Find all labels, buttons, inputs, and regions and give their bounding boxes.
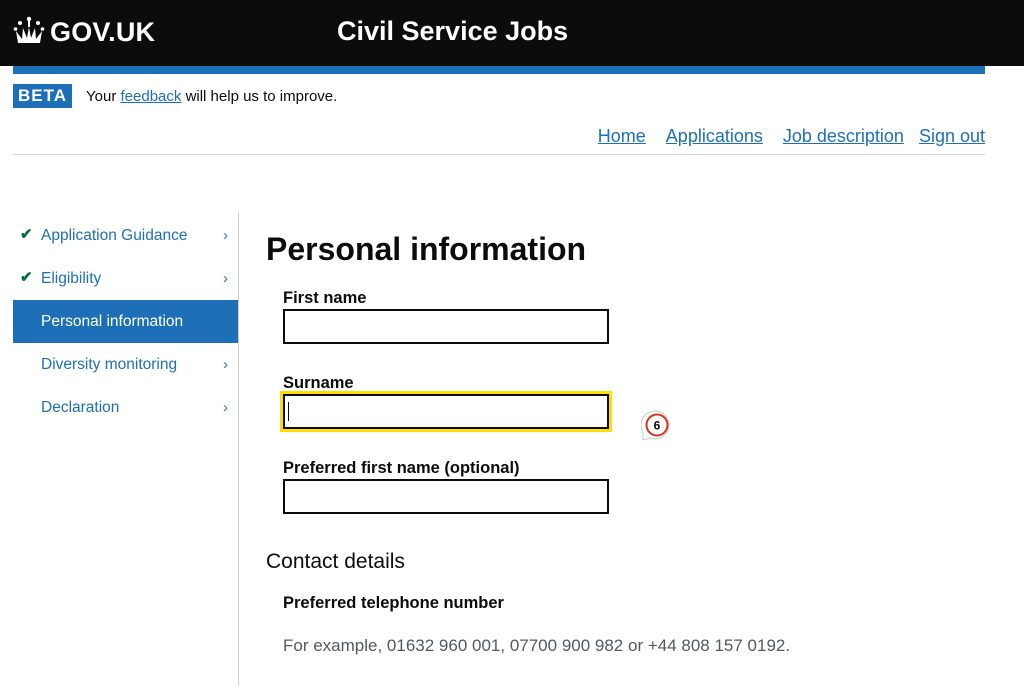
phase-text-before: Your xyxy=(86,87,117,105)
account-nav: Home Applications Job description Sign o… xyxy=(598,124,985,148)
check-icon: ✔ xyxy=(20,226,33,243)
phase-banner-text: Your feedback will help us to improve. xyxy=(86,88,337,105)
sidebar-item-declaration[interactable]: Declaration › xyxy=(13,386,238,429)
phase-banner: BETA Your feedback will help us to impro… xyxy=(13,84,337,108)
govuk-logo-link[interactable]: GOV.UK xyxy=(50,16,155,48)
marker-number: 6 xyxy=(654,419,661,433)
govuk-header: GOV.UK Civil Service Jobs xyxy=(0,0,1024,66)
chevron-right-icon: › xyxy=(223,399,228,416)
phone-label: Preferred telephone number xyxy=(283,594,504,612)
check-icon: ✔ xyxy=(20,269,33,286)
beta-tag: BETA xyxy=(13,84,73,108)
step-marker: 6 xyxy=(640,410,671,441)
nav-applications-link[interactable]: Applications xyxy=(666,124,763,148)
nav-job-description-link[interactable]: Job description xyxy=(783,124,904,148)
sidebar-item-label: Declaration xyxy=(41,398,120,416)
nav-sign-out-link[interactable]: Sign out xyxy=(919,124,985,148)
phase-text-after: will help us to improve. xyxy=(185,87,338,105)
sidebar-item-label: Eligibility xyxy=(41,269,102,287)
preferred-first-name-input[interactable] xyxy=(283,479,609,514)
application-steps-sidebar: ✔ Application Guidance › ✔ Eligibility ›… xyxy=(13,214,238,429)
sidebar-item-eligibility[interactable]: ✔ Eligibility › xyxy=(13,257,238,300)
chevron-right-icon: › xyxy=(223,356,228,373)
surname-label: Surname xyxy=(283,374,354,392)
preferred-first-name-label: Preferred first name (optional) xyxy=(283,459,520,477)
sidebar-item-label: Personal information xyxy=(41,312,184,330)
phone-hint: For example, 01632 960 001, 07700 900 98… xyxy=(283,636,791,655)
sidebar-item-diversity-monitoring[interactable]: Diversity monitoring › xyxy=(13,343,238,386)
page-title: Personal information xyxy=(266,231,587,267)
nav-home-link[interactable]: Home xyxy=(598,124,646,148)
first-name-label: First name xyxy=(283,289,367,307)
contact-details-heading: Contact details xyxy=(266,550,405,573)
chevron-right-icon: › xyxy=(223,270,228,287)
first-name-input[interactable] xyxy=(283,309,609,344)
marker-badge-icon: 6 xyxy=(640,410,670,441)
header-accent-bar xyxy=(13,66,985,74)
sidebar-divider xyxy=(238,212,239,686)
sidebar-item-application-guidance[interactable]: ✔ Application Guidance › xyxy=(13,214,238,257)
service-name-link[interactable]: Civil Service Jobs xyxy=(337,15,568,47)
sidebar-item-label: Application Guidance xyxy=(41,226,188,244)
crown-icon xyxy=(13,16,45,43)
nav-divider xyxy=(13,154,985,155)
sidebar-item-label: Diversity monitoring xyxy=(41,355,178,373)
surname-input[interactable] xyxy=(280,391,612,432)
sidebar-item-personal-information[interactable]: Personal information xyxy=(13,300,238,343)
text-cursor xyxy=(288,402,289,421)
chevron-right-icon: › xyxy=(223,227,228,244)
feedback-link[interactable]: feedback xyxy=(121,88,182,105)
